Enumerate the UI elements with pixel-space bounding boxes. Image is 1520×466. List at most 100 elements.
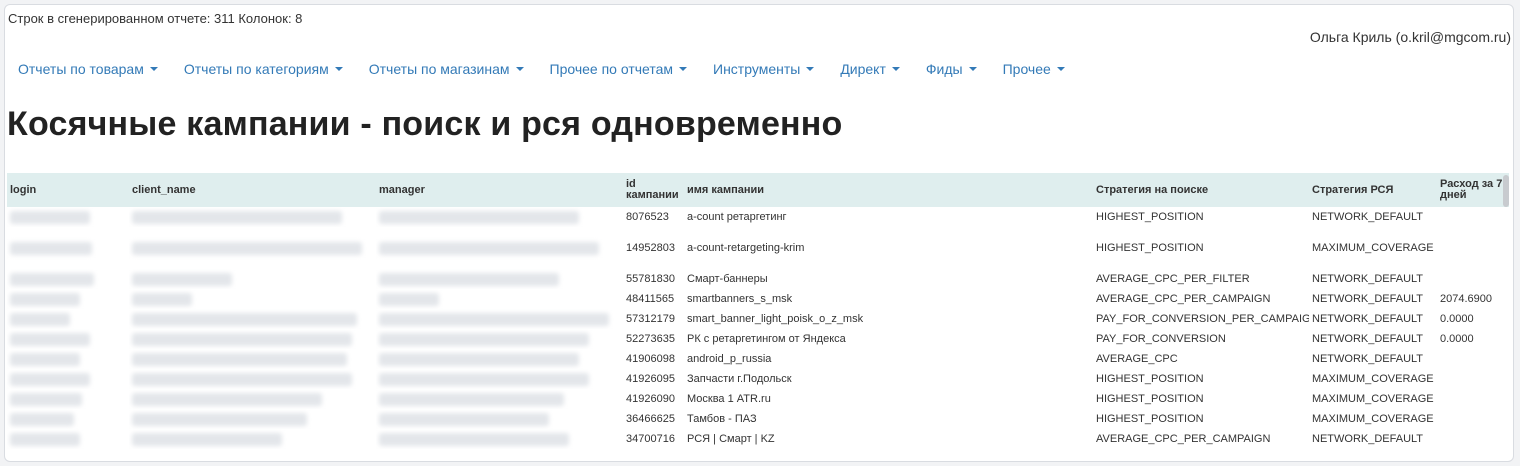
cell-campaign-name: android_p_russia — [687, 353, 772, 365]
cell-search-strategy: PAY_FOR_CONVERSION — [1096, 333, 1226, 345]
nav-label: Прочее — [1002, 61, 1051, 77]
cell-rsya-strategy: NETWORK_DEFAULT — [1312, 313, 1424, 325]
table-row[interactable]: 48411565 smartbanners_s_msk AVERAGE_CPC_PE… — [7, 289, 1509, 309]
column-header-search-strategy[interactable]: Стратегия на поиске — [1093, 173, 1309, 207]
column-header-login[interactable]: login — [7, 173, 129, 207]
cell-rsya-strategy: NETWORK_DEFAULT — [1312, 273, 1424, 285]
cell-campaign-id: 57312179 — [626, 313, 675, 325]
cell-manager-redacted — [376, 269, 623, 289]
cell-spend — [1437, 227, 1509, 269]
cell-campaign-id: 36466625 — [626, 413, 675, 425]
report-table-wrapper[interactable]: login client_name manager id кампании им… — [7, 173, 1509, 461]
table-row[interactable]: 41906098 android_p_russia AVERAGE_CPC NETWO… — [7, 349, 1509, 369]
table-row[interactable]: 41926095 Запчасти г.Подольск HIGHEST_POSIT… — [7, 369, 1509, 389]
cell-rsya-strategy: NETWORK_DEFAULT — [1312, 211, 1424, 223]
cell-login-redacted — [7, 369, 129, 389]
column-header-campaign-id[interactable]: id кампании — [623, 173, 684, 207]
cell-rsya-strategy: NETWORK_DEFAULT — [1312, 433, 1424, 445]
table-header-row: login client_name manager id кампании им… — [7, 173, 1509, 207]
cell-campaign-id: 48411565 — [626, 293, 675, 305]
cell-manager-redacted — [376, 409, 623, 429]
column-header-spend-7-days[interactable]: Расход за 7 дней — [1437, 173, 1509, 207]
table-row[interactable]: 14952803 a-count-retargeting-krim HIGHEST_… — [7, 227, 1509, 269]
cell-search-strategy: HIGHEST_POSITION — [1096, 242, 1204, 254]
cell-rsya-strategy: MAXIMUM_COVERAGE — [1312, 373, 1434, 385]
cell-campaign-id: 41926095 — [626, 373, 675, 385]
table-row[interactable]: 34700716 РСЯ | Смарт | KZ AVERAGE_CPC_PER_… — [7, 429, 1509, 449]
table-row[interactable]: 52273635 РК с ретаргетингом от Яндекса PAY… — [7, 329, 1509, 349]
cell-rsya-strategy: MAXIMUM_COVERAGE — [1312, 413, 1434, 425]
nav-other-reports[interactable]: Прочее по отчетам — [550, 61, 688, 77]
nav-label: Прочее по отчетам — [549, 61, 674, 77]
cell-campaign-id: 14952803 — [626, 242, 675, 254]
nav-store-reports[interactable]: Отчеты по магазинам — [369, 61, 524, 77]
user-account[interactable]: Ольга Криль (o.kril@mgcom.ru) — [1310, 29, 1511, 45]
cell-campaign-name: Смарт-баннеры — [687, 273, 768, 285]
cell-spend — [1437, 269, 1509, 289]
cell-login-redacted — [7, 309, 129, 329]
cell-campaign-name: a-count-retargeting-krim — [687, 242, 805, 254]
cell-client-name-redacted — [129, 409, 376, 429]
column-header-campaign-name[interactable]: имя кампании — [684, 173, 1093, 207]
nav-category-reports[interactable]: Отчеты по категориям — [184, 61, 343, 77]
cell-client-name-redacted — [129, 329, 376, 349]
nav-products-reports[interactable]: Отчеты по товарам — [18, 61, 158, 77]
cell-campaign-id: 8076523 — [626, 211, 669, 223]
cell-login-redacted — [7, 227, 129, 269]
cell-manager-redacted — [376, 389, 623, 409]
nav-label: Инструменты — [713, 61, 801, 77]
cell-campaign-id: 41906098 — [626, 353, 675, 365]
cell-rsya-strategy: NETWORK_DEFAULT — [1312, 333, 1424, 345]
cell-search-strategy: AVERAGE_CPC — [1096, 353, 1178, 365]
cell-spend — [1437, 389, 1509, 409]
caret-down-icon — [806, 67, 815, 71]
cell-client-name-redacted — [129, 309, 376, 329]
cell-search-strategy: HIGHEST_POSITION — [1096, 211, 1204, 223]
cell-manager-redacted — [376, 207, 623, 227]
caret-down-icon — [1056, 67, 1065, 71]
column-header-manager[interactable]: manager — [376, 173, 623, 207]
cell-client-name-redacted — [129, 429, 376, 449]
table-row[interactable]: 8076523 a-count ретаргетинг HIGHEST_POSITI… — [7, 207, 1509, 227]
cell-campaign-id: 34700716 — [626, 433, 675, 445]
column-header-client-name[interactable]: client_name — [129, 173, 376, 207]
caret-down-icon — [968, 67, 977, 71]
nav-label: Директ — [840, 61, 886, 77]
cell-rsya-strategy: NETWORK_DEFAULT — [1312, 293, 1424, 305]
cell-campaign-id: 41926090 — [626, 393, 675, 405]
nav-other[interactable]: Прочее — [1003, 61, 1065, 77]
table-body: 8076523 a-count ретаргетинг HIGHEST_POSITI… — [7, 207, 1509, 449]
table-row[interactable]: 41926090 Москва 1 ATR.ru HIGHEST_POSITION M… — [7, 389, 1509, 409]
cell-campaign-name: Запчасти г.Подольск — [687, 373, 792, 385]
cell-search-strategy: AVERAGE_CPC_PER_CAMPAIGN — [1096, 433, 1271, 445]
cell-campaign-name: smartbanners_s_msk — [687, 293, 793, 305]
cell-campaign-id: 55781830 — [626, 273, 675, 285]
cell-client-name-redacted — [129, 227, 376, 269]
cell-client-name-redacted — [129, 289, 376, 309]
cell-manager-redacted — [376, 349, 623, 369]
cell-search-strategy: AVERAGE_CPC_PER_FILTER — [1096, 273, 1250, 285]
cell-campaign-id: 52273635 — [626, 333, 675, 345]
table-row[interactable]: 57312179 smart_banner_light_poisk_o_z_msk… — [7, 309, 1509, 329]
nav-tools[interactable]: Инструменты — [713, 61, 815, 77]
cell-campaign-name: РСЯ | Смарт | KZ — [687, 433, 775, 445]
nav-feeds[interactable]: Фиды — [926, 61, 977, 77]
cell-login-redacted — [7, 289, 129, 309]
table-row[interactable]: 36466625 Тамбов - ПАЗ HIGHEST_POSITION MAXI… — [7, 409, 1509, 429]
cell-spend — [1437, 349, 1509, 369]
nav-direct[interactable]: Директ — [840, 61, 900, 77]
cell-client-name-redacted — [129, 207, 376, 227]
cell-search-strategy: HIGHEST_POSITION — [1096, 393, 1204, 405]
cell-rsya-strategy: MAXIMUM_COVERAGE — [1312, 242, 1434, 254]
table-row[interactable]: 55781830 Смарт-баннеры AVERAGE_CPC_PER_FIL… — [7, 269, 1509, 289]
cell-campaign-name: smart_banner_light_poisk_o_z_msk — [687, 313, 864, 325]
cell-spend — [1437, 207, 1509, 227]
column-header-rsya-strategy[interactable]: Стратегия РСЯ — [1309, 173, 1437, 207]
caret-down-icon — [149, 67, 158, 71]
cell-client-name-redacted — [129, 369, 376, 389]
cell-login-redacted — [7, 207, 129, 227]
cell-manager-redacted — [376, 227, 623, 269]
cell-spend — [1437, 409, 1509, 429]
cell-spend — [1437, 369, 1509, 389]
scrollbar-thumb[interactable] — [1503, 175, 1509, 207]
